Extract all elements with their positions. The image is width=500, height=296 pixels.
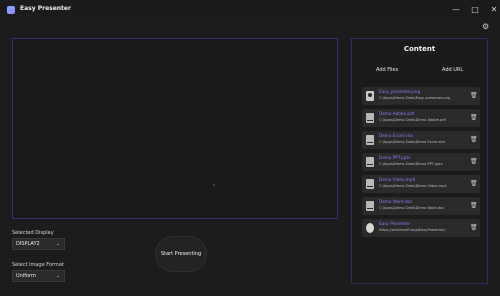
file-name: Demo Video.mp4 (379, 177, 416, 182)
title-bar: Easy Presenter — □ ✕ (0, 0, 500, 20)
maximize-button[interactable]: □ (466, 3, 484, 17)
app-logo-icon (7, 6, 15, 14)
list-item[interactable]: Easy_presenter.png C:\Apps\Demo Data\Eas… (362, 87, 480, 105)
close-button[interactable]: ✕ (485, 3, 500, 17)
file-path: https://actemsoft.app/EasyPresenter/ (379, 228, 446, 232)
list-item[interactable]: Demo PPT.pptx C:\Apps\Demo Data\Demo PPT… (362, 153, 480, 171)
file-path: C:\Apps\Demo Data\Easy presenter.png (379, 96, 451, 100)
app-window: Easy Presenter — □ ✕ ⚙ Selected Display … (0, 0, 500, 296)
file-path: C:\Apps\Demo Data\Demo Video.mp4 (379, 184, 447, 188)
file-path: C:\Apps\Demo Data\Demo Adobe.pdf (379, 118, 446, 122)
file-name: Demo Adobe.pdf (379, 111, 415, 116)
globe-icon (366, 223, 374, 233)
list-item[interactable]: Easy Presenter https://actemsoft.app/Eas… (362, 219, 480, 237)
video-icon (366, 179, 374, 189)
pdf-icon (366, 113, 374, 123)
delete-icon[interactable]: 🗑 (470, 224, 478, 231)
settings-icon[interactable]: ⚙ (482, 23, 490, 31)
image-format-value: Uniform (16, 273, 36, 279)
content-list: Easy_presenter.png C:\Apps\Demo Data\Eas… (362, 87, 480, 241)
file-path: C:\Apps\Demo Data\Demo PPT.pptx (379, 162, 443, 166)
list-item[interactable]: Demo Video.mp4 C:\Apps\Demo Data\Demo Vi… (362, 175, 480, 193)
delete-icon[interactable]: 🗑 (470, 180, 478, 187)
file-name: Demo PPT.pptx (379, 155, 411, 160)
file-path: C:\Apps\Demo Data\Demo Word.doc (379, 206, 445, 210)
powerpoint-icon (366, 157, 374, 167)
file-name: Easy_presenter.png (379, 89, 421, 94)
file-path: C:\Apps\Demo Data\Demo Excel.xlsx (379, 140, 446, 144)
image-format-label: Select Image Format (12, 262, 64, 268)
display-dropdown-value: DISPLAY2 (16, 241, 40, 247)
chevron-down-icon: ⌄ (55, 273, 60, 279)
delete-icon[interactable]: 🗑 (470, 202, 478, 209)
add-url-button[interactable]: Add URL (442, 67, 463, 73)
image-format-dropdown[interactable]: Uniform ⌄ (12, 270, 65, 282)
list-item[interactable]: Demo Excel.xlsx C:\Apps\Demo Data\Demo E… (362, 131, 480, 149)
display-dropdown[interactable]: DISPLAY2 ⌄ (12, 238, 65, 250)
add-files-button[interactable]: Add Files (376, 67, 398, 73)
content-panel: Content Add Files Add URL Easy_presenter… (351, 38, 488, 284)
delete-icon[interactable]: 🗑 (470, 158, 478, 165)
content-title: Content (403, 45, 436, 53)
display-preview (12, 38, 338, 219)
chevron-down-icon: ⌄ (55, 241, 60, 247)
word-icon (366, 201, 374, 211)
app-title: Easy Presenter (20, 5, 71, 12)
file-name: Easy Presenter (379, 221, 411, 226)
list-item[interactable]: Demo Word.doc C:\Apps\Demo Data\Demo Wor… (362, 197, 480, 215)
list-item[interactable]: Demo Adobe.pdf C:\Apps\Demo Data\Demo Ad… (362, 109, 480, 127)
excel-icon (366, 135, 374, 145)
file-name: Demo Word.doc (379, 199, 413, 204)
delete-icon[interactable]: 🗑 (470, 114, 478, 121)
start-presenting-button[interactable]: Start Presenting (155, 236, 207, 272)
preview-center-marker (213, 184, 215, 186)
selected-display-label: Selected Display (12, 230, 54, 236)
file-name: Demo Excel.xlsx (379, 133, 414, 138)
delete-icon[interactable]: 🗑 (470, 92, 478, 99)
minimize-button[interactable]: — (447, 3, 465, 17)
delete-icon[interactable]: 🗑 (470, 136, 478, 143)
image-icon (366, 91, 374, 101)
